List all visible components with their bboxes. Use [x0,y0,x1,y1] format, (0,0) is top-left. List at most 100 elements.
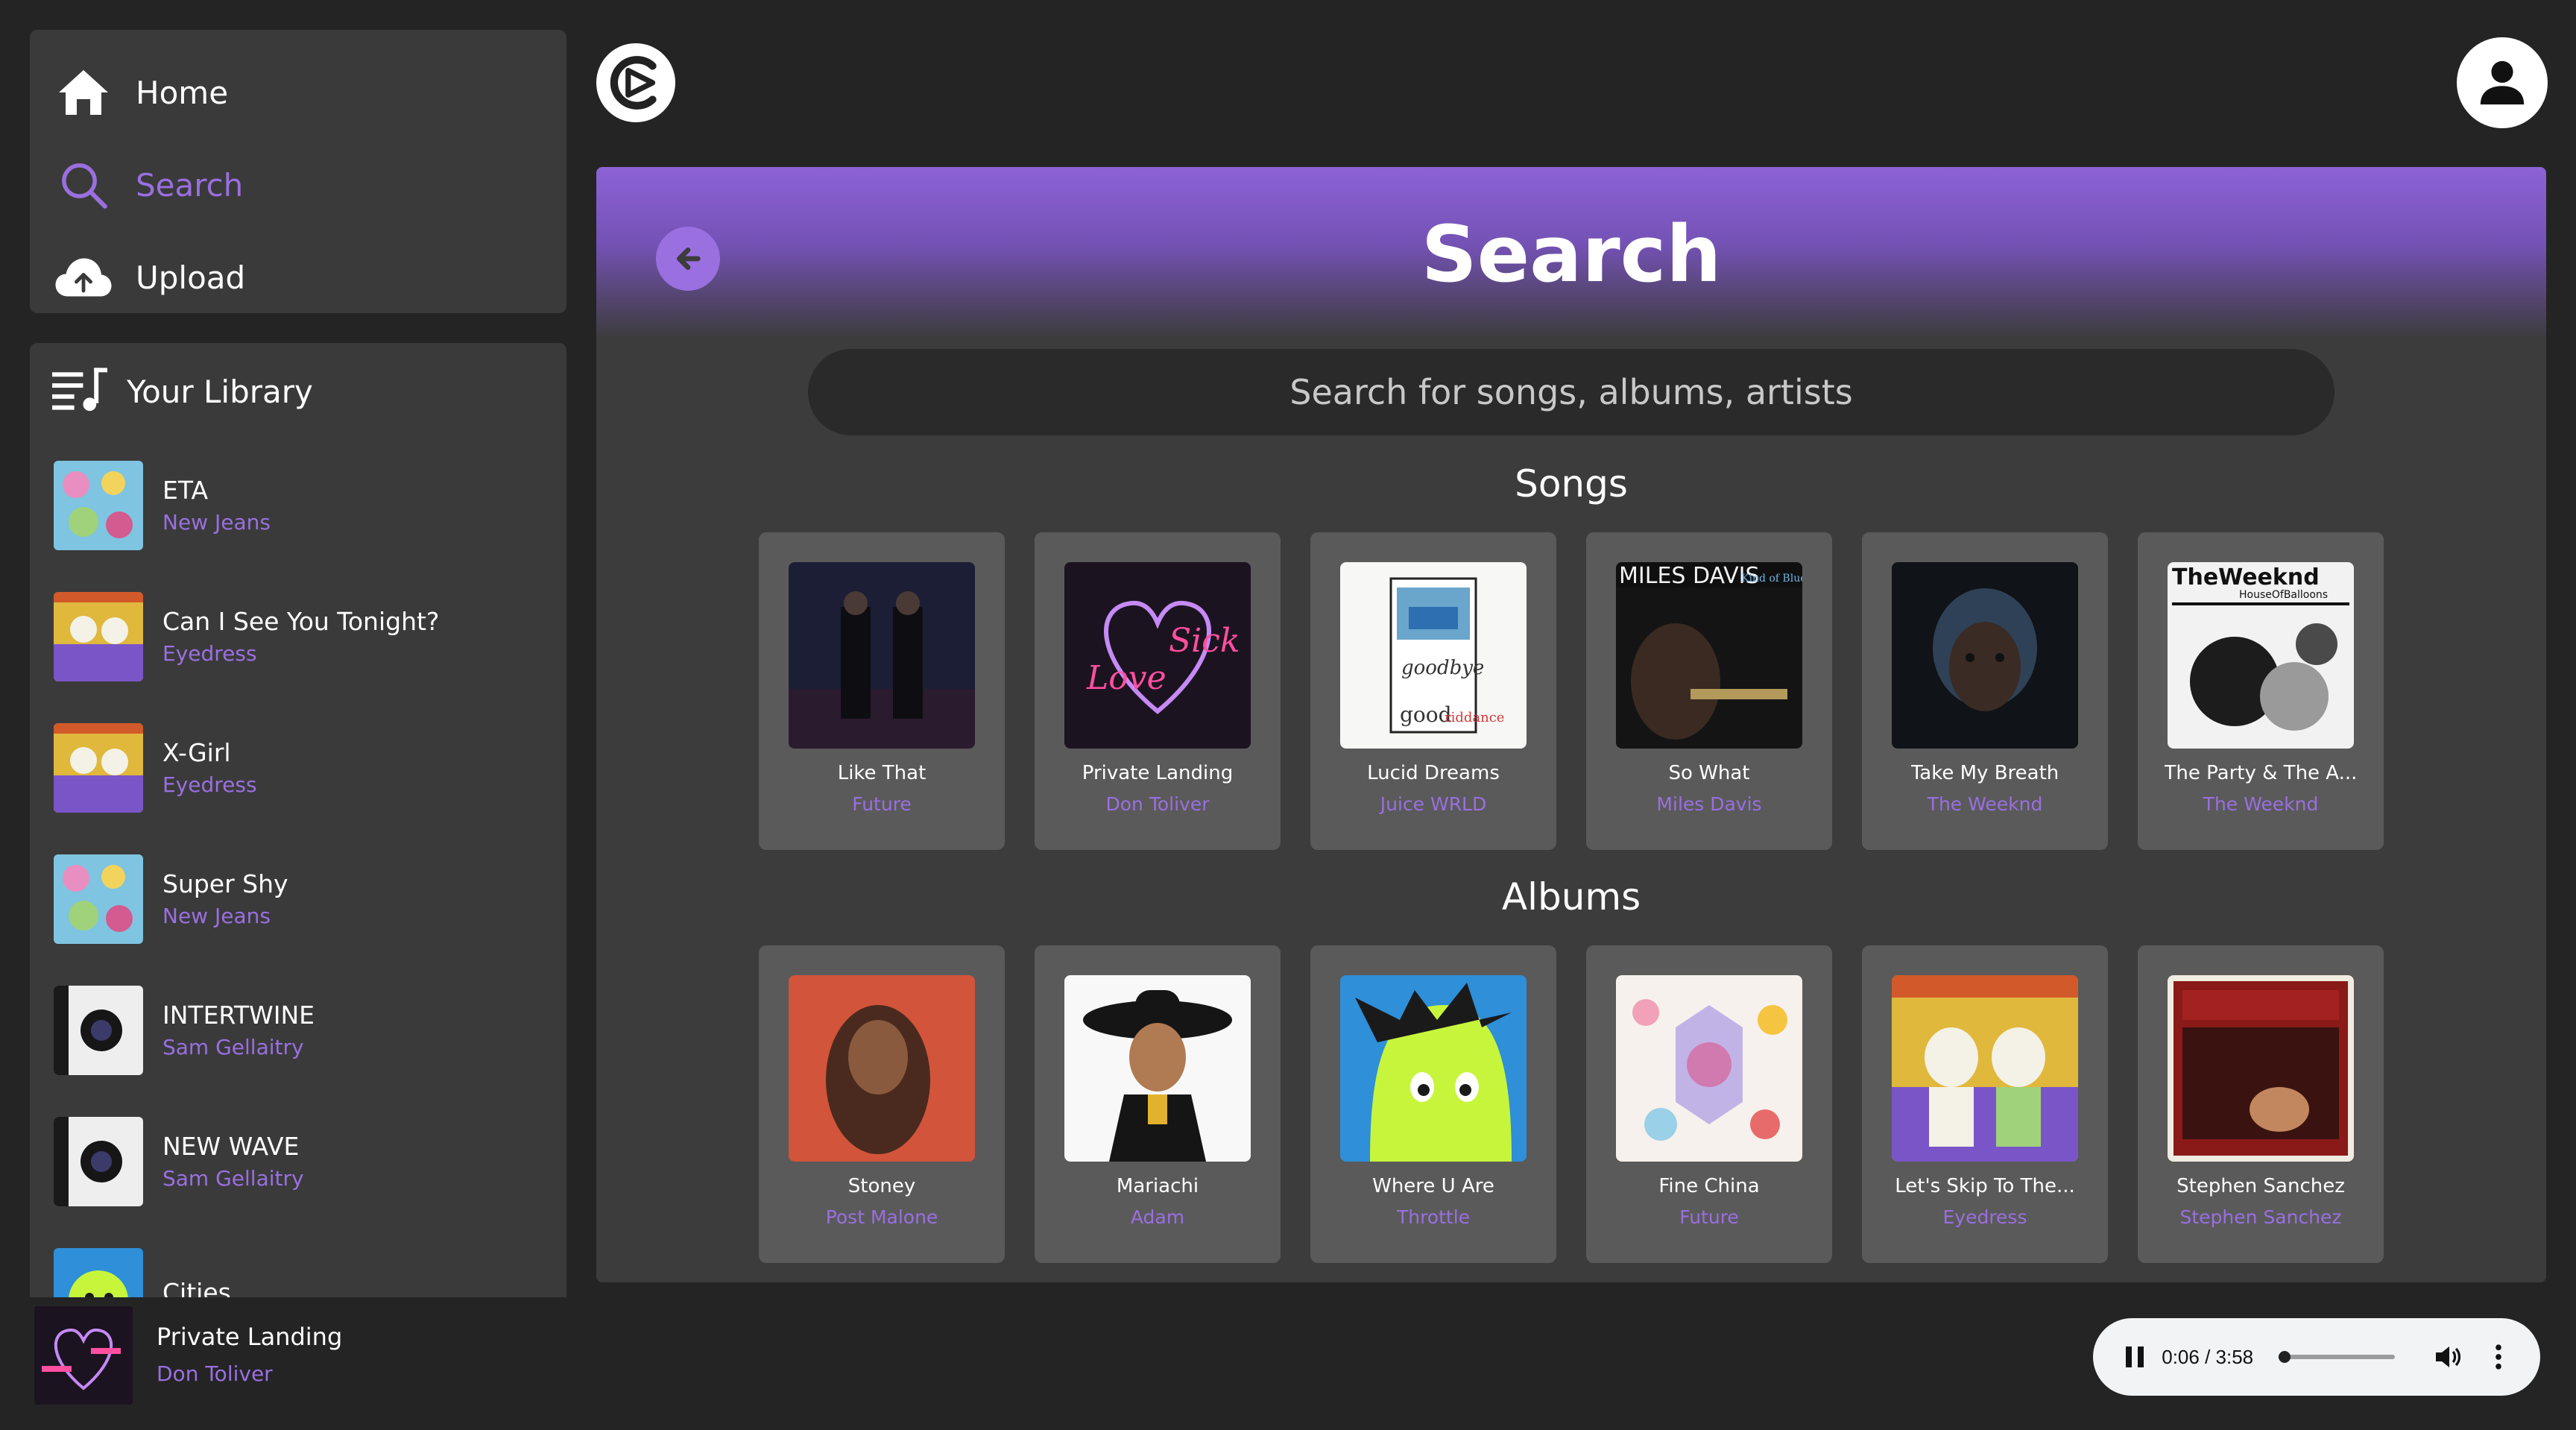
cover-art [789,975,975,1162]
nav-item-home[interactable]: Home [30,46,566,139]
svg-text:TheWeeknd: TheWeeknd [2172,564,2320,590]
album-artist: Adam [1130,1206,1185,1228]
song-title: Take My Breath [1910,762,2059,784]
nav-label-upload: Upload [136,259,246,296]
pause-button[interactable] [2117,1338,2153,1376]
cover-art: Love Sick [1064,562,1251,749]
album-art [54,461,143,550]
album-art [54,854,143,944]
library-item-title: X-Girl [162,738,231,767]
song-artist: Juice WRLD [1380,793,1487,815]
cover-art [1892,562,2078,749]
song-artist: Don Toliver [1105,793,1210,815]
album-artist: Future [1679,1206,1739,1228]
svg-text:Love: Love [1086,659,1167,697]
songs-row: Like That Future Love Sick Private Landin… [759,532,2384,850]
app-logo[interactable] [596,43,675,122]
library-item[interactable]: Super Shy New Jeans [54,834,566,965]
search-input[interactable] [808,349,2334,435]
volume-button[interactable] [2429,1338,2465,1376]
library-item-artist: Sam Gellaitry [162,1035,304,1059]
album-artist: Post Malone [825,1206,938,1228]
svg-text:goodbye: goodbye [1401,657,1484,679]
album-title: Stoney [847,1175,916,1197]
library-header[interactable]: Your Library [30,343,566,440]
album-card[interactable]: Where U Are Throttle [1310,945,1556,1263]
nav-label-home: Home [136,74,229,111]
library-item-artist: Eyedress [162,772,257,797]
album-art [54,986,143,1075]
play-logo-icon [610,56,657,110]
song-title: So What [1668,762,1750,784]
album-card[interactable]: Let's Skip To The... Eyedress [1862,945,2108,1263]
song-card[interactable]: MILES DAVIS Kind of Blue So What Miles Da… [1586,532,1832,850]
album-art [54,592,143,681]
main-nav: Home Search Upload [30,30,566,313]
cloud-upload-icon [54,248,113,307]
progress-handle[interactable] [2279,1351,2291,1363]
pause-icon [2126,1346,2144,1367]
cover-art [1892,975,2078,1162]
library-list: ETA New Jeans Can I See You Tonight? Eye… [30,440,566,1297]
albums-section-title: Albums [1501,875,1641,919]
song-title: Like That [837,762,926,784]
library-item[interactable]: ETA New Jeans [54,440,566,571]
song-card[interactable]: Love Sick Private Landing Don Toliver [1035,532,1281,850]
album-card[interactable]: Stoney Post Malone [759,945,1005,1263]
album-title: Fine China [1658,1175,1760,1197]
song-card[interactable]: goodbye good riddance Lucid Dreams Juice W… [1310,532,1556,850]
album-art [54,723,143,813]
library-item-title: INTERTWINE [162,1001,315,1030]
library-item[interactable]: Cities [54,1227,566,1297]
library-item-title: ETA [162,476,209,505]
library-item-artist: New Jeans [162,510,271,535]
library-item[interactable]: X-Girl Eyedress [54,702,566,834]
album-art [54,1117,143,1206]
more-vertical-icon [2496,1344,2501,1370]
cover-art [1340,975,1527,1162]
song-artist: Future [852,793,912,815]
album-card[interactable]: Mariachi Adam [1035,945,1281,1263]
nav-item-search[interactable]: Search [30,139,566,231]
svg-text:riddance: riddance [1445,710,1504,725]
song-card[interactable]: Like That Future [759,532,1005,850]
progress-slider[interactable] [2279,1351,2396,1363]
song-title: Lucid Dreams [1367,762,1500,784]
album-card[interactable]: Stephen Sanchez Stephen Sanchez [2138,945,2384,1263]
song-title: The Party & The A... [2164,762,2358,784]
song-card[interactable]: TheWeeknd HouseOfBalloons The Party & The… [2138,532,2384,850]
svg-text:Sick: Sick [1169,622,1240,660]
cover-art: TheWeeknd HouseOfBalloons [2168,562,2354,749]
library-panel: Your Library ETA New Jeans Can I See You… [30,343,566,1297]
main-content: Search Songs Like That Future LoveSick P… [596,167,2546,1282]
now-playing-art[interactable] [34,1306,133,1405]
library-item-title: NEW WAVE [162,1132,300,1161]
song-artist: The Weeknd [1927,793,2043,815]
song-title: Private Landing [1082,762,1234,784]
library-item-title: Can I See You Tonight? [162,607,440,636]
album-card[interactable]: Fine China Future [1586,945,1832,1263]
user-avatar[interactable] [2457,37,2548,128]
now-playing-artist[interactable]: Don Toliver [157,1355,342,1393]
nav-item-upload[interactable]: Upload [30,231,566,324]
playback-time: 0:06 / 3:58 [2162,1345,2254,1368]
svg-text:Kind of Blue: Kind of Blue [1741,573,1802,585]
audio-player: 0:06 / 3:58 [2093,1318,2540,1396]
page-title: Search [1421,209,1722,300]
svg-text:HouseOfBalloons: HouseOfBalloons [2239,589,2328,601]
library-item-artist: New Jeans [162,904,271,928]
library-item[interactable]: Can I See You Tonight? Eyedress [54,571,566,702]
album-title: Stephen Sanchez [2176,1175,2345,1197]
album-artist: Stephen Sanchez [2179,1206,2342,1228]
library-item-artist: Eyedress [162,641,257,666]
library-item-artist: Sam Gellaitry [162,1166,304,1191]
album-artist: Eyedress [1942,1206,2027,1228]
library-item[interactable]: INTERTWINE Sam Gellaitry [54,965,566,1096]
song-card[interactable]: Take My Breath The Weeknd [1862,532,2108,850]
library-item[interactable]: NEW WAVE Sam Gellaitry [54,1096,566,1227]
more-options-button[interactable] [2481,1338,2516,1376]
library-icon [52,368,107,415]
cover-art [789,562,975,749]
album-artist: Throttle [1396,1206,1471,1228]
user-icon [2480,60,2525,105]
